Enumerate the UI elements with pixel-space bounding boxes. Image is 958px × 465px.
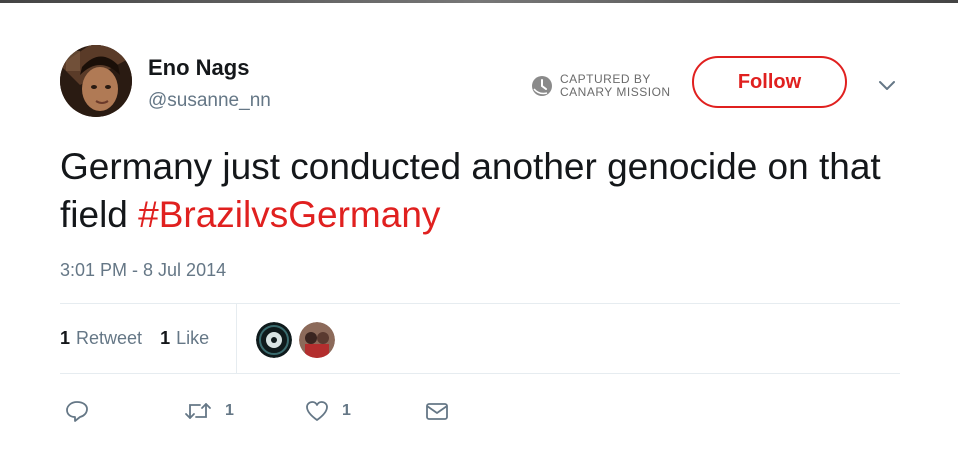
capture-stamp: CAPTURED BY CANARY MISSION	[531, 71, 681, 101]
divider-bottom	[60, 373, 900, 374]
chevron-down-icon[interactable]	[876, 74, 898, 96]
user-name[interactable]: Eno Nags	[148, 55, 249, 81]
tweet-text: Germany just conducted another genocide …	[60, 143, 920, 239]
liker-avatar-1[interactable]	[256, 322, 292, 358]
liker-avatar-2[interactable]	[299, 322, 335, 358]
hashtag-link[interactable]: #BrazilvsGermany	[138, 194, 440, 235]
retweet-count: 1	[225, 402, 234, 419]
retweet-stat[interactable]: 1 Retweet	[60, 328, 142, 349]
stats-separator	[236, 304, 237, 374]
like-stat[interactable]: 1 Like	[160, 328, 209, 349]
like-count: 1	[342, 402, 351, 419]
avatar[interactable]	[60, 45, 132, 117]
reply-button[interactable]	[64, 398, 90, 424]
user-handle[interactable]: @susanne_nn	[148, 90, 271, 112]
heart-icon	[306, 401, 328, 421]
tweet-stats: 1 Retweet 1 Like	[60, 328, 227, 349]
top-border	[0, 0, 958, 3]
stamp-line-2: CANARY MISSION	[560, 85, 671, 99]
message-button[interactable]	[424, 398, 450, 424]
retweet-button[interactable]: 1	[183, 398, 234, 424]
divider-top	[60, 303, 900, 304]
tweet-timestamp[interactable]: 3:01 PM - 8 Jul 2014	[60, 260, 226, 281]
follow-button[interactable]: Follow	[692, 56, 847, 108]
envelope-icon	[426, 403, 448, 420]
retweet-icon	[185, 403, 211, 419]
reply-icon	[66, 401, 88, 422]
clock-icon	[532, 76, 552, 96]
tweet-actions: 1 1	[0, 398, 958, 428]
like-button[interactable]: 1	[304, 398, 351, 424]
